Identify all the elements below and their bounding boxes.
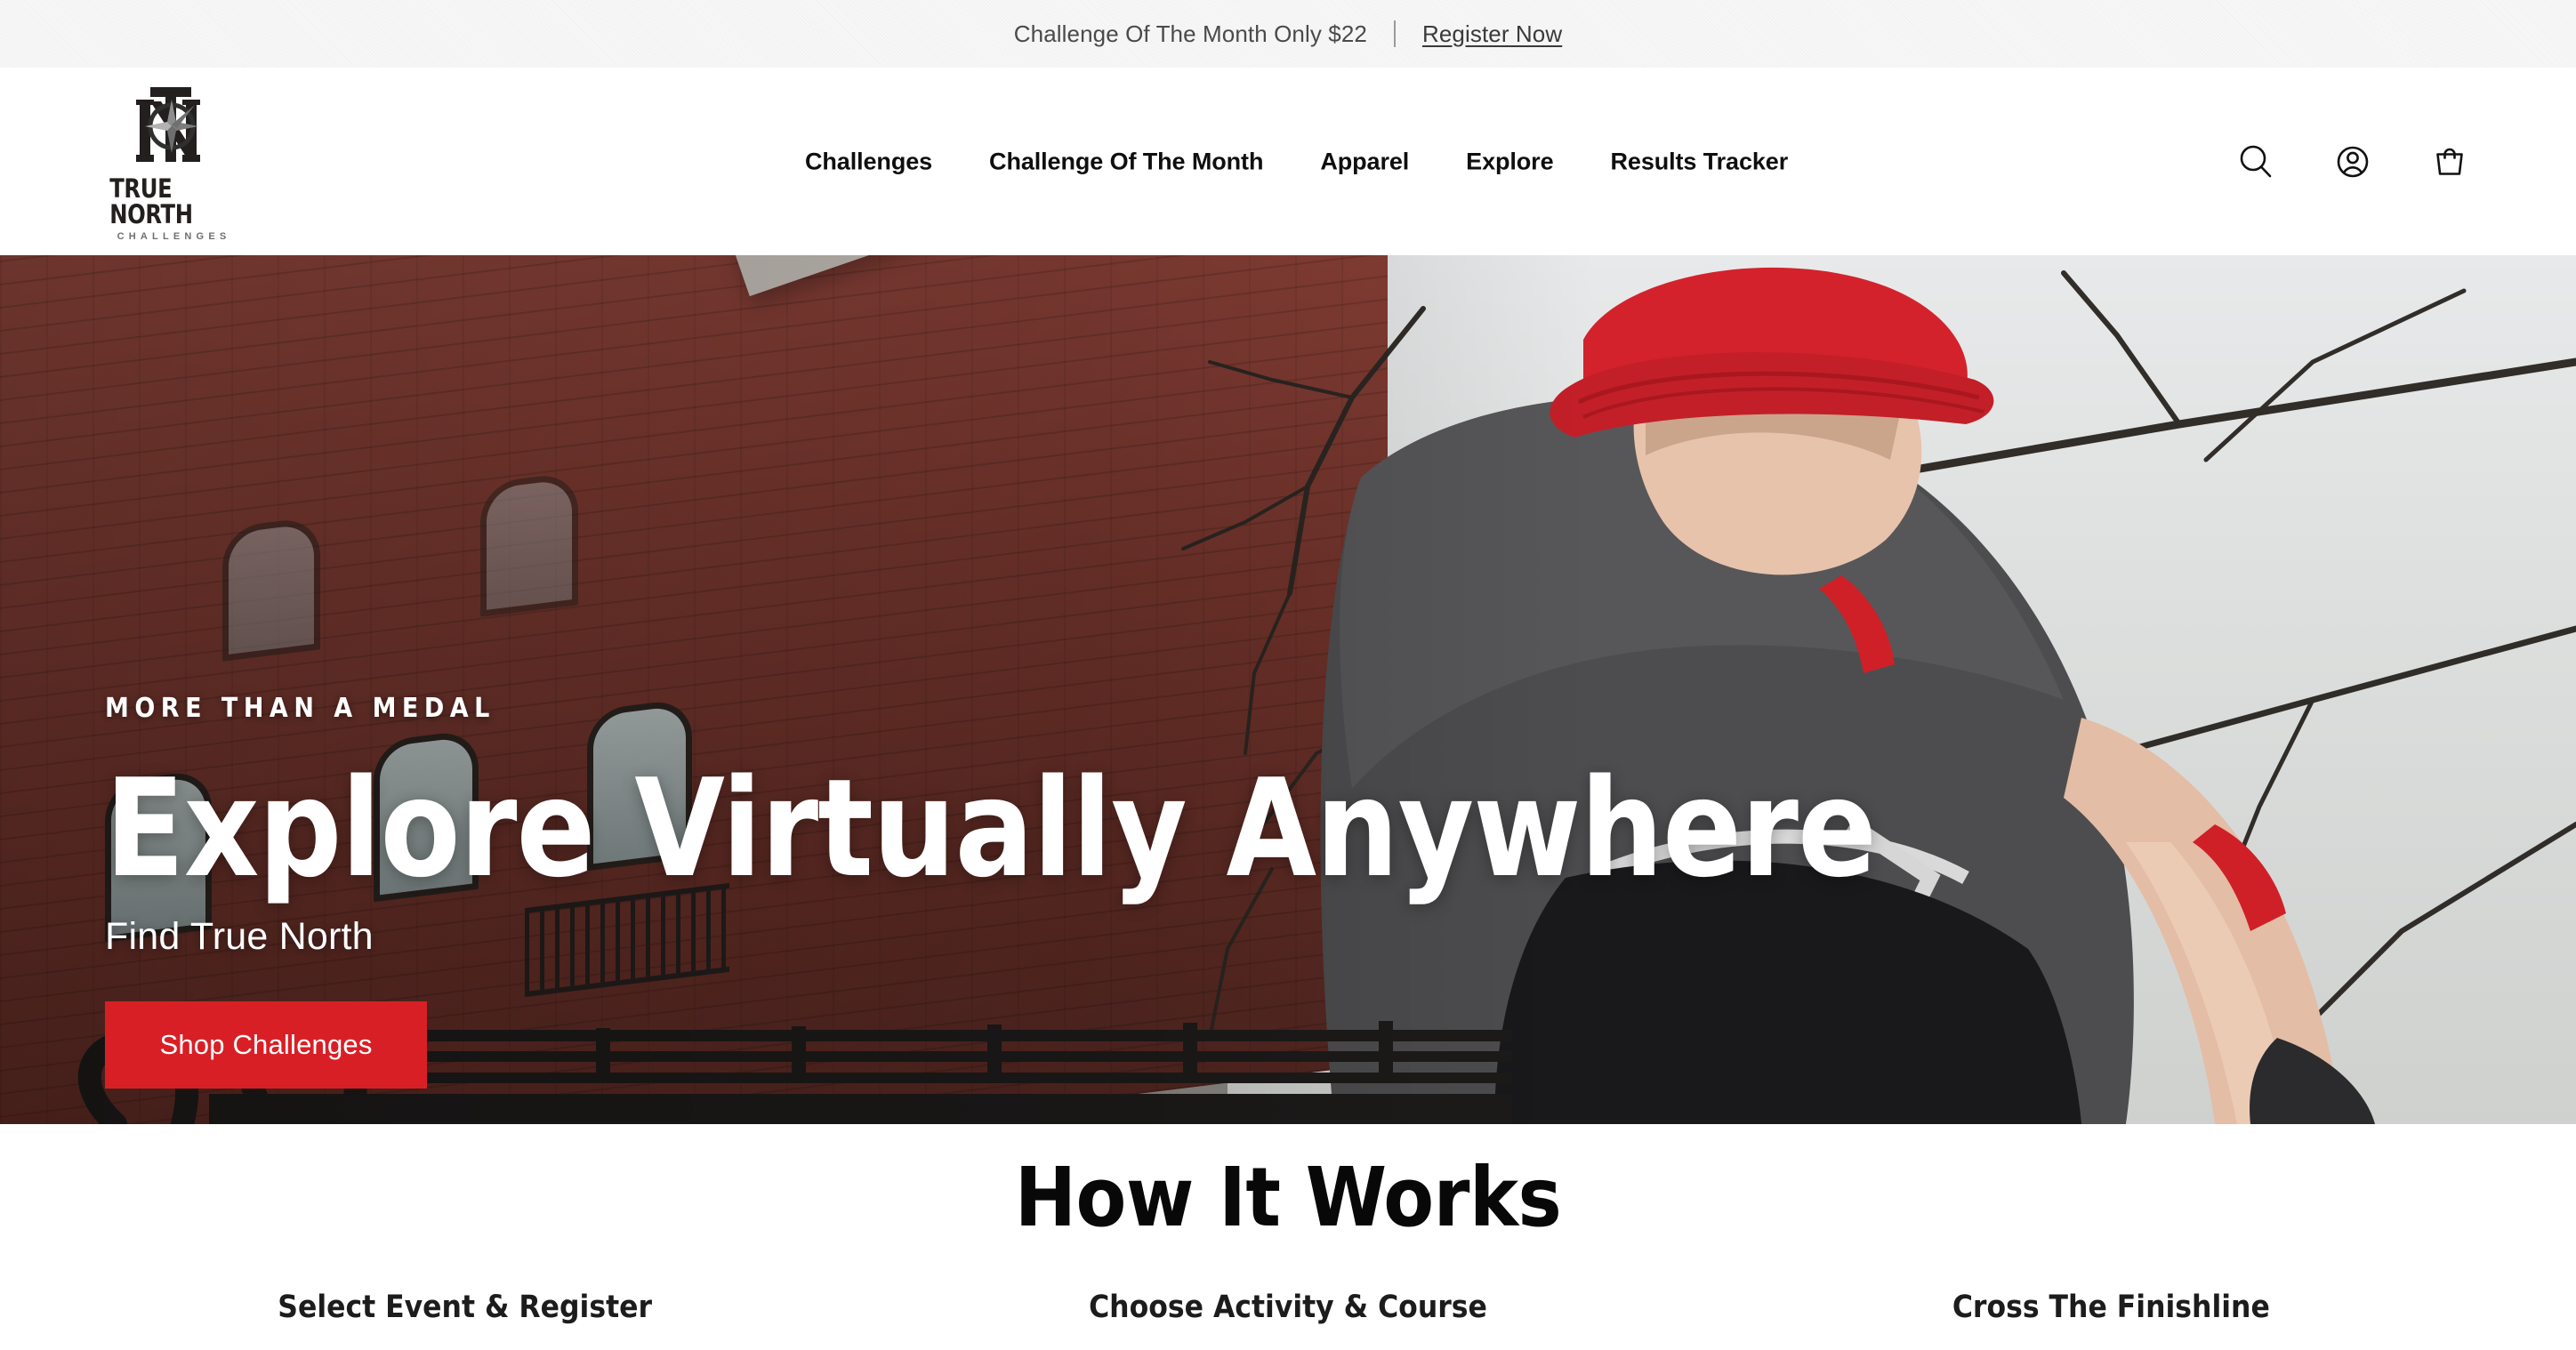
nav-item-results-tracker[interactable]: Results Tracker [1611, 148, 1789, 175]
how-it-works-columns: Select Event & Register Choose a challen… [0, 1289, 2576, 1350]
hero-content: MORE THAN A MEDAL Explore Virtually Anyw… [105, 695, 1950, 1089]
step-body: Run, Walk, Crawl - Choose any self prope… [928, 1342, 1648, 1350]
nav-item-challenge-of-the-month[interactable]: Challenge Of The Month [989, 148, 1263, 175]
how-it-works-title: How It Works [1014, 1150, 1562, 1245]
nav-item-explore[interactable]: Explore [1466, 148, 1553, 175]
main-navigation: Challenges Challenge Of The Month Appare… [805, 148, 1788, 175]
site-logo[interactable]: TRUE NORTH CHALLENGES [105, 82, 238, 242]
how-it-works-step: Choose Activity & Course Run, Walk, Craw… [876, 1289, 1699, 1350]
step-body: Complete the challenge distance and cros… [1751, 1342, 2471, 1350]
hero-section: MORE THAN A MEDAL Explore Virtually Anyw… [0, 255, 2576, 1124]
cart-icon[interactable] [2430, 142, 2469, 181]
search-icon[interactable] [2236, 142, 2275, 181]
nav-item-apparel[interactable]: Apparel [1320, 148, 1409, 175]
step-heading: Cross The Finishline [1952, 1290, 2270, 1326]
step-heading: Choose Activity & Course [1089, 1290, 1487, 1326]
how-it-works-section: How It Works Select Event & Register Cho… [0, 1124, 2576, 1350]
logo-wordmark: TRUE NORTH [109, 173, 193, 229]
hero-headline: Explore Virtually Anywhere [105, 750, 1877, 907]
account-icon[interactable] [2333, 142, 2372, 181]
logo-tagline: CHALLENGES [117, 230, 231, 242]
register-now-link[interactable]: Register Now [1422, 20, 1562, 48]
hero-subheadline: Find True North [105, 914, 374, 958]
true-north-monogram-icon [136, 86, 200, 162]
step-body: Choose a challenge that best fits your s… [105, 1342, 825, 1350]
announcement-divider [1393, 20, 1396, 47]
announcement-bar: Challenge Of The Month Only $22 Register… [0, 0, 2576, 68]
site-header: TRUE NORTH CHALLENGES Challenges Challen… [0, 68, 2576, 255]
shop-challenges-button[interactable]: Shop Challenges [105, 1000, 427, 1089]
how-it-works-step: Cross The Finishline Complete the challe… [1700, 1289, 2523, 1350]
hero-eyebrow: MORE THAN A MEDAL [105, 693, 495, 724]
how-it-works-step: Select Event & Register Choose a challen… [53, 1289, 876, 1350]
nav-item-challenges[interactable]: Challenges [805, 148, 932, 175]
header-icon-group [2236, 142, 2469, 181]
announcement-text: Challenge Of The Month Only $22 [1013, 20, 1367, 47]
step-heading: Select Event & Register [278, 1290, 653, 1326]
